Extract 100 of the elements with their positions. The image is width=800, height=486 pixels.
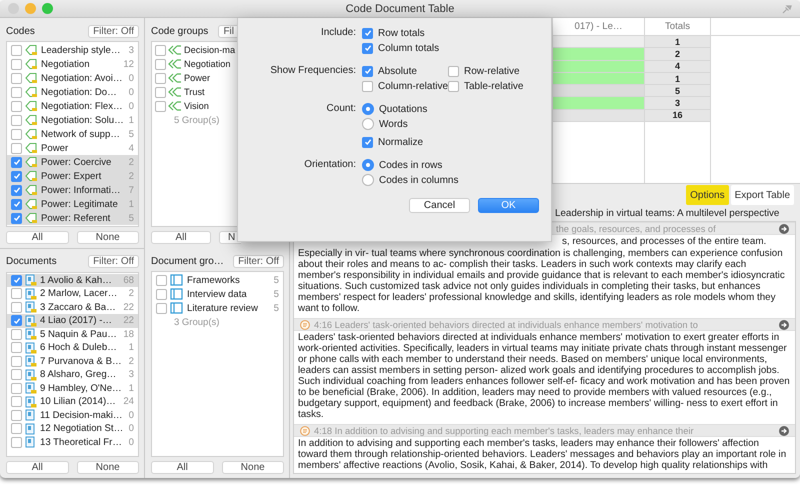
item-name[interactable]: Literature review: [187, 302, 271, 314]
filter-button[interactable]: Filter: Off: [88, 24, 139, 38]
select-all-button[interactable]: All: [151, 231, 211, 244]
checkbox[interactable]: [11, 369, 22, 380]
item-name[interactable]: Decision-ma: [184, 45, 236, 55]
checkbox[interactable]: [11, 382, 22, 394]
item-name[interactable]: 12 Negotiation St…: [40, 423, 126, 434]
checkbox[interactable]: [11, 142, 22, 154]
filter-button[interactable]: Fil: [218, 24, 238, 38]
select-none-button[interactable]: None: [76, 461, 139, 474]
item-name[interactable]: 6 Hoch & Duleb…: [40, 342, 126, 354]
radio-button[interactable]: [362, 103, 374, 115]
minimize-button[interactable]: [25, 3, 36, 14]
zoom-button[interactable]: [42, 3, 53, 14]
checkbox[interactable]: [156, 288, 167, 300]
item-name[interactable]: 4 Liao (2017) -…: [40, 315, 120, 326]
checkbox[interactable]: [11, 302, 22, 313]
checkbox[interactable]: [448, 80, 459, 92]
item-name[interactable]: Power: Informati…: [41, 184, 126, 196]
checkbox[interactable]: [155, 58, 166, 70]
item-name[interactable]: Vision: [184, 101, 209, 111]
item-name[interactable]: Power: Legitimate: [41, 198, 126, 210]
item-name[interactable]: 2 Marlow, Lacer…: [40, 288, 126, 300]
item-name[interactable]: 8 Alsharo, Greg…: [40, 369, 126, 380]
close-button[interactable]: [8, 3, 19, 14]
item-name[interactable]: 13 Theoretical Fr…: [40, 436, 126, 448]
checkbox[interactable]: [11, 198, 22, 210]
filter-button[interactable]: Filter: Off: [233, 254, 284, 268]
checkbox[interactable]: [362, 136, 373, 148]
checkbox[interactable]: [11, 156, 22, 168]
select-none-button[interactable]: None: [222, 461, 284, 474]
pin-icon[interactable]: [782, 4, 792, 14]
checkbox[interactable]: [11, 184, 22, 196]
checkbox[interactable]: [11, 86, 22, 98]
item-name[interactable]: Power: Expert: [41, 170, 126, 182]
go-arrow-icon[interactable]: [779, 426, 789, 436]
checkbox[interactable]: [11, 128, 22, 140]
item-name[interactable]: Negotiation: [184, 59, 230, 69]
item-name[interactable]: Power: Coercive: [41, 156, 126, 168]
checkbox[interactable]: [362, 42, 373, 54]
item-name[interactable]: Negotiation: Avoi…: [41, 72, 126, 84]
checkbox[interactable]: [11, 288, 22, 300]
radio-button[interactable]: [362, 174, 374, 186]
item-name[interactable]: Power: Referent: [41, 212, 126, 224]
radio-button[interactable]: [362, 159, 374, 171]
filter-button[interactable]: Filter: Off: [88, 255, 139, 268]
checkbox[interactable]: [11, 212, 22, 224]
checkbox[interactable]: [11, 396, 22, 408]
checkbox[interactable]: [362, 80, 373, 92]
item-name[interactable]: Leadership style…: [41, 44, 126, 56]
checkbox[interactable]: [11, 44, 22, 56]
item-name[interactable]: Negotiation: Do…: [41, 86, 126, 98]
item-name[interactable]: Power: [184, 73, 210, 83]
item-name[interactable]: Interview data: [187, 288, 271, 300]
item-name[interactable]: Power: [41, 142, 126, 154]
checkbox[interactable]: [11, 100, 22, 112]
go-arrow-icon[interactable]: [779, 320, 789, 330]
checkbox[interactable]: [362, 28, 373, 38]
cancel-button[interactable]: Cancel: [409, 198, 470, 213]
select-all-button[interactable]: All: [151, 461, 214, 474]
checkbox[interactable]: [11, 274, 22, 286]
item-name[interactable]: Negotiation: Solu…: [41, 114, 126, 126]
item-name[interactable]: Trust: [184, 87, 205, 97]
item-name[interactable]: 5 Naquin & Pau…: [40, 328, 120, 340]
checkbox[interactable]: [11, 114, 22, 126]
checkbox[interactable]: [11, 342, 22, 354]
checkbox[interactable]: [11, 356, 22, 367]
item-name[interactable]: 9 Hambley, O'Ne…: [40, 382, 126, 394]
checkbox[interactable]: [11, 436, 22, 448]
options-button[interactable]: Options: [686, 185, 729, 205]
checkbox[interactable]: [155, 100, 166, 112]
checkbox[interactable]: [156, 302, 167, 314]
checkbox[interactable]: [155, 44, 166, 56]
item-name[interactable]: 3 Zaccaro & Ba…: [40, 302, 120, 313]
checkbox[interactable]: [156, 274, 167, 286]
checkbox[interactable]: [11, 423, 22, 434]
checkbox[interactable]: [155, 86, 166, 98]
item-name[interactable]: Frameworks: [187, 274, 271, 286]
select-all-button[interactable]: All: [6, 461, 68, 474]
item-name[interactable]: 10 Lilian (2014)…: [40, 396, 120, 408]
checkbox[interactable]: [11, 410, 22, 421]
go-arrow-icon[interactable]: [779, 224, 789, 234]
radio-button[interactable]: [362, 118, 374, 130]
item-name[interactable]: 1 Avolio & Kah…: [40, 274, 120, 286]
checkbox[interactable]: [11, 58, 22, 70]
item-name[interactable]: 11 Decision-maki…: [40, 410, 126, 421]
item-name[interactable]: Negotiation: [41, 58, 120, 70]
select-none-button[interactable]: None: [76, 230, 139, 244]
checkbox[interactable]: [155, 72, 166, 84]
checkbox[interactable]: [11, 328, 22, 340]
select-all-button[interactable]: All: [6, 230, 68, 244]
item-name[interactable]: Network of supp…: [41, 128, 126, 140]
export-table-button[interactable]: Export Table: [730, 185, 794, 205]
checkbox[interactable]: [448, 66, 459, 76]
item-name[interactable]: 7 Purvanova & B…: [40, 356, 126, 367]
checkbox[interactable]: [11, 170, 22, 182]
checkbox[interactable]: [362, 66, 373, 76]
checkbox[interactable]: [11, 315, 22, 326]
checkbox[interactable]: [11, 72, 22, 84]
item-name[interactable]: Negotiation: Flex…: [41, 100, 126, 112]
